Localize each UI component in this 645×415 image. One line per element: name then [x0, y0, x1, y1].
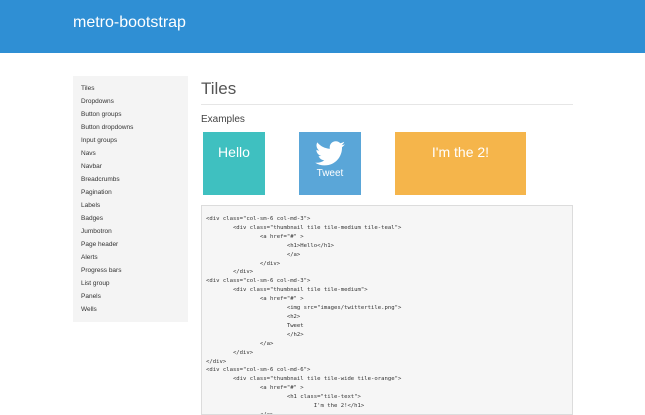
code-line: I'm the 2!</h1> — [206, 403, 365, 410]
code-line: <div class="thumbnail tile tile-medium t… — [206, 224, 402, 231]
sidebar-item-tiles[interactable]: Tiles — [73, 82, 188, 95]
sidebar: Tiles Dropdowns Button groups Button dropdo… — [73, 76, 188, 322]
sidebar-item-jumbotron[interactable]: Jumbotron — [73, 225, 188, 238]
top-navbar: metro-bootstrap — [0, 0, 645, 53]
code-line: </h2> — [206, 331, 304, 338]
code-line: </div> — [206, 269, 254, 276]
page-title: Tiles — [201, 79, 237, 98]
tile-wide-label: I'm the 2! — [431, 144, 490, 160]
sidebar-list: Tiles Dropdowns Button groups Button dropdo… — [73, 76, 188, 316]
code-line: <div class="col-sm-6 col-md-3"> — [206, 216, 311, 222]
twitter-bird-icon — [315, 141, 345, 166]
sidebar-item-button-dropdowns[interactable]: Button dropdowns — [73, 121, 188, 134]
code-line: <div class="thumbnail tile tile-medium"> — [206, 287, 368, 294]
code-line: <div class="thumbnail tile tile-wide til… — [206, 376, 402, 383]
tile-wide[interactable]: I'm the 2! — [395, 132, 526, 195]
tile-hello-label: Hello — [218, 144, 250, 160]
code-line: </div> — [206, 260, 281, 267]
code-line: <div class="col-sm-6 col-md-6"> — [206, 367, 311, 374]
sidebar-item-progress-bars[interactable]: Progress bars — [73, 264, 188, 277]
code-line: <a href="#" > — [206, 385, 304, 392]
sidebar-item-button-groups[interactable]: Button groups — [73, 108, 188, 121]
sidebar-item-panels[interactable]: Panels — [73, 290, 188, 303]
sidebar-item-badges[interactable]: Badges — [73, 212, 188, 225]
code-line: </div> — [206, 349, 254, 356]
code-line: </a> — [206, 340, 274, 347]
tile-tweet[interactable]: Tweet — [299, 132, 361, 195]
sidebar-item-input-groups[interactable]: Input groups — [73, 134, 188, 147]
code-line: <a href="#" > — [206, 233, 304, 240]
title-divider — [201, 104, 573, 105]
code-line: <img src="images/twittertile.png"> — [206, 305, 402, 312]
code-line: Tweet — [206, 322, 304, 329]
code-line: </div> — [206, 358, 227, 365]
sidebar-item-wells[interactable]: Wells — [73, 303, 188, 316]
sidebar-item-list-group[interactable]: List group — [73, 277, 188, 290]
main-content: Tiles Examples Hello Tweet I'm the 2! — [201, 76, 573, 195]
tile-hello[interactable]: Hello — [203, 132, 265, 195]
sidebar-item-page-header[interactable]: Page header — [73, 238, 188, 251]
code-example: <div class="col-sm-6 col-md-3"> <div cla… — [201, 205, 573, 415]
code-line: </a> — [206, 251, 301, 258]
code-line: <a href="#" > — [206, 296, 304, 303]
code-line: <div class="col-sm-6 col-md-3"> — [206, 278, 311, 285]
sidebar-item-breadcrumbs[interactable]: Breadcrumbs — [73, 173, 188, 186]
sidebar-item-alerts[interactable]: Alerts — [73, 251, 188, 264]
sidebar-item-labels[interactable]: Labels — [73, 199, 188, 212]
code-line: <h2> — [206, 313, 301, 320]
code-line: <h1>Hello</h1> — [206, 242, 334, 249]
sidebar-item-pagination[interactable]: Pagination — [73, 186, 188, 199]
code-line: <h1 class="tile-text"> — [206, 394, 361, 401]
sidebar-item-navs[interactable]: Navs — [73, 147, 188, 160]
brand-title[interactable]: metro-bootstrap — [73, 14, 186, 32]
sidebar-item-dropdowns[interactable]: Dropdowns — [73, 95, 188, 108]
section-heading: Examples — [201, 114, 245, 125]
sidebar-item-navbar[interactable]: Navbar — [73, 160, 188, 173]
tile-tweet-label: Tweet — [316, 168, 344, 179]
